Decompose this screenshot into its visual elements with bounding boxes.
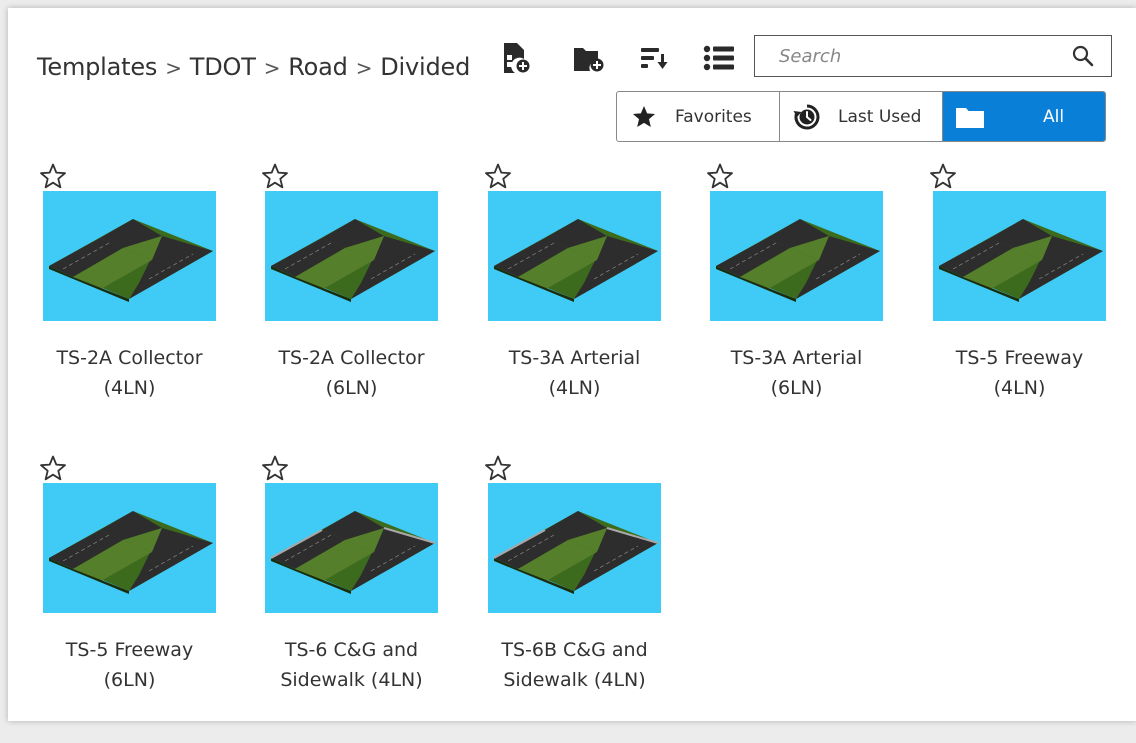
template-name[interactable]: TS-5 Freeway (6LN) (17, 635, 242, 695)
template-name[interactable]: TS-2A Collector (4LN) (17, 343, 242, 403)
template-name[interactable]: TS-6B C&G and Sidewalk (4LN) (462, 635, 687, 695)
filter-last-used-button[interactable]: Last Used (780, 92, 943, 141)
template-name[interactable]: TS-5 Freeway (4LN) (907, 343, 1132, 403)
template-thumbnail[interactable] (43, 191, 216, 321)
favorite-star-icon[interactable] (482, 161, 514, 193)
template-tile[interactable]: TS-2A Collector (6LN) (239, 161, 461, 451)
sort-button[interactable] (638, 40, 670, 76)
template-tile[interactable]: TS-5 Freeway (4LN) (907, 161, 1129, 451)
template-thumbnail[interactable] (488, 191, 661, 321)
template-thumbnail[interactable] (43, 483, 216, 613)
new-template-icon (504, 43, 530, 73)
template-tile[interactable]: TS-6B C&G and Sidewalk (4LN) (462, 453, 684, 743)
template-thumbnail[interactable] (265, 191, 438, 321)
favorite-star-icon[interactable] (37, 453, 69, 485)
filter-favorites-button[interactable]: Favorites (617, 92, 780, 141)
search-icon[interactable] (1071, 44, 1095, 68)
template-tile[interactable]: TS-2A Collector (4LN) (17, 161, 239, 451)
list-view-icon (703, 45, 734, 71)
favorite-star-icon[interactable] (704, 161, 736, 193)
search-box (754, 35, 1112, 80)
search-input[interactable] (755, 36, 1079, 80)
breadcrumb-item-tdot[interactable]: TDOT (190, 53, 256, 81)
sort-icon (641, 48, 668, 69)
template-library-panel: Templates > TDOT > Road > Divided Search… (8, 8, 1136, 721)
template-thumbnail[interactable] (710, 191, 883, 321)
star-filled-icon (629, 102, 659, 132)
filter-segmented-control: Favorites Last Used All (616, 91, 1106, 142)
template-tile[interactable]: TS-3A Arterial (4LN) (462, 161, 684, 451)
filter-favorites-label: Favorites (675, 106, 752, 127)
folder-icon (955, 102, 985, 132)
favorite-star-icon[interactable] (259, 453, 291, 485)
template-thumbnail[interactable] (488, 483, 661, 613)
filter-all-button[interactable]: All (943, 92, 1105, 141)
breadcrumb: Templates > TDOT > Road > Divided (37, 53, 470, 81)
template-name[interactable]: TS-3A Arterial (6LN) (684, 343, 909, 403)
favorite-star-icon[interactable] (259, 161, 291, 193)
template-name[interactable]: TS-2A Collector (6LN) (239, 343, 464, 403)
breadcrumb-separator: > (165, 56, 182, 80)
filter-all-label: All (1043, 106, 1065, 127)
new-folder-button[interactable] (573, 40, 605, 76)
filter-last-used-label: Last Used (838, 106, 922, 127)
history-icon (792, 102, 822, 132)
template-thumbnail[interactable] (265, 483, 438, 613)
template-tile[interactable]: TS-3A Arterial (6LN) (684, 161, 906, 451)
template-tile[interactable]: TS-6 C&G and Sidewalk (4LN) (239, 453, 461, 743)
template-name[interactable]: TS-6 C&G and Sidewalk (4LN) (239, 635, 464, 695)
favorite-star-icon[interactable] (482, 453, 514, 485)
favorite-star-icon[interactable] (927, 161, 959, 193)
new-template-button[interactable] (500, 40, 532, 76)
template-name[interactable]: TS-3A Arterial (4LN) (462, 343, 687, 403)
favorite-star-icon[interactable] (37, 161, 69, 193)
new-folder-icon (574, 48, 604, 72)
list-view-button[interactable] (703, 40, 735, 76)
breadcrumb-item-divided: Divided (380, 53, 471, 81)
template-thumbnail[interactable] (933, 191, 1106, 321)
breadcrumb-item-road[interactable]: Road (288, 53, 348, 81)
breadcrumb-item-templates[interactable]: Templates (37, 53, 157, 81)
template-tile[interactable]: TS-5 Freeway (6LN) (17, 453, 239, 743)
breadcrumb-separator: > (263, 56, 281, 80)
breadcrumb-separator: > (355, 56, 373, 80)
